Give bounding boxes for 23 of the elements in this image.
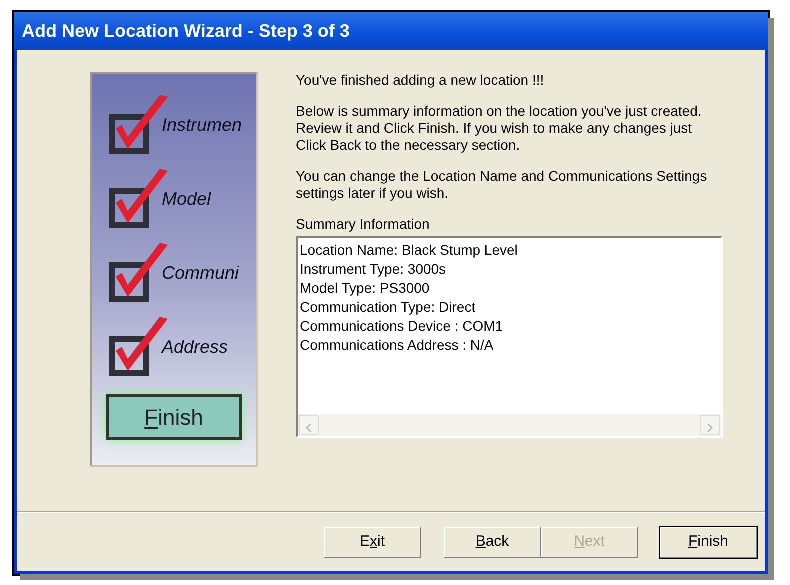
step-label: Communi <box>162 262 240 284</box>
summary-line: Communications Device : COM1 <box>300 317 504 336</box>
step-label: Instrumen <box>162 114 242 136</box>
summary-line: Location Name: Black Stump Level <box>300 241 519 260</box>
summary-line: Communication Type: Direct <box>300 298 477 317</box>
finish-button[interactable]: Finish <box>106 394 242 440</box>
step-label: Model <box>162 188 212 210</box>
paragraph: You've finished adding a new location !!! <box>296 72 546 89</box>
field-label: Summary Information <box>296 216 431 233</box>
wizard-button[interactable]: Finish <box>660 526 757 558</box>
window-title: Add New Location Wizard - Step 3 of 3 <box>14 12 768 50</box>
horizontal-scrollbar[interactable] <box>298 414 721 436</box>
scroll-right-icon[interactable] <box>700 415 720 435</box>
wizard-button[interactable]: Exit <box>324 526 421 558</box>
wizard-button[interactable]: Back <box>444 526 541 558</box>
summary-line: Communications Address : N/A <box>300 336 495 355</box>
paragraph: Below is summary information on the location you've just created. Review it and Click Finish. If you wish to make any changes just Click Back to the necessary section. <box>296 103 703 154</box>
summary-textbox[interactable]: Location Name: Black Stump Level Instrument Type: 3000s Model Type: PS3000 Communication Type: Direct Communications Device : COM1 Communications Address : N/A <box>296 236 723 438</box>
scroll-left-icon[interactable] <box>299 415 319 435</box>
paragraph: You can change the Location Name and Communications Settings settings later if you wish. <box>296 168 708 202</box>
step-label: Address <box>162 336 228 358</box>
summary-line: Model Type: PS3000 <box>300 279 431 298</box>
summary-line: Instrument Type: 3000s <box>300 260 448 279</box>
